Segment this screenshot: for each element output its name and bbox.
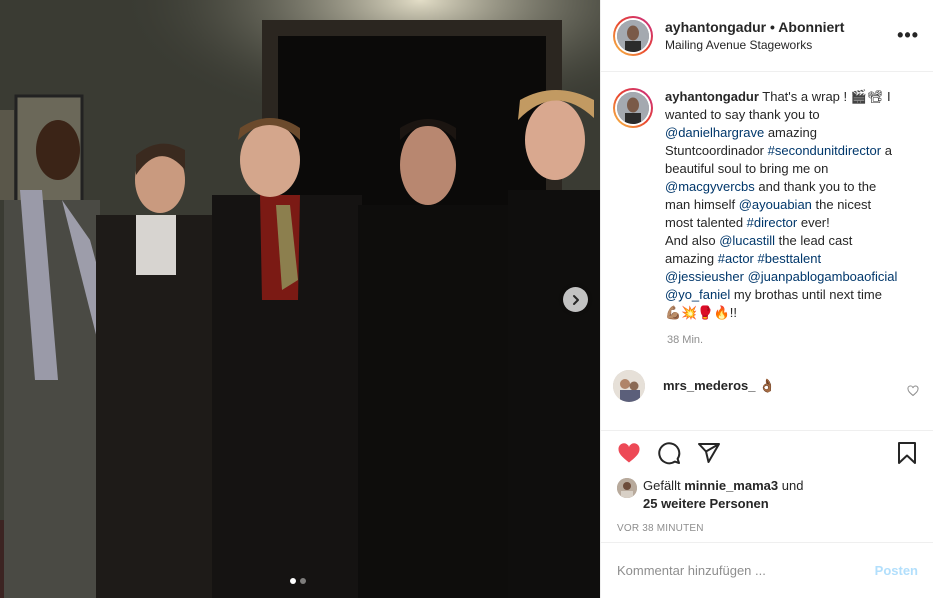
- caption-body: That's a wrap ! 🎬📽 I wanted to say thank…: [665, 89, 892, 230]
- post-location[interactable]: Mailing Avenue Stageworks: [665, 38, 897, 52]
- caption-link[interactable]: #actor: [718, 251, 754, 266]
- author-avatar[interactable]: [613, 15, 653, 56]
- caption-link[interactable]: @macgyvercbs: [665, 179, 755, 194]
- caption-link[interactable]: @ayouabian: [739, 197, 812, 212]
- caption-time[interactable]: 38 Min.: [667, 334, 919, 346]
- caption-body-continued: And also @lucastill the lead cast amazin…: [665, 233, 897, 320]
- instagram-post: ayhantongadur • Abonniert Mailing Avenue…: [0, 0, 933, 598]
- likes-others-link[interactable]: 25 weitere Personen: [643, 496, 769, 511]
- add-comment-bar: Posten: [601, 542, 933, 598]
- liker-avatar[interactable]: [617, 478, 637, 498]
- bookmark-icon[interactable]: [895, 441, 919, 465]
- caption-link[interactable]: @jessieusher: [665, 269, 744, 284]
- caption-username[interactable]: ayhantongadur: [665, 89, 759, 104]
- caption-text: ayhantongadur That's a wrap ! 🎬📽 I wante…: [665, 88, 901, 322]
- caption-link[interactable]: #besttalent: [758, 251, 822, 266]
- carousel-indicator: [290, 578, 306, 584]
- caption-text-segment: And also: [665, 233, 720, 248]
- caption-text-segment: That's a wrap ! 🎬📽: [758, 89, 884, 104]
- author-avatar-image: [617, 19, 649, 52]
- small-heart-icon[interactable]: [907, 385, 919, 397]
- caption-text-segment: ever!: [797, 215, 830, 230]
- post-header: ayhantongadur • Abonniert Mailing Avenue…: [601, 0, 933, 72]
- comments-section: ayhantongadur That's a wrap ! 🎬📽 I wante…: [601, 72, 933, 430]
- comment-input[interactable]: [617, 563, 875, 578]
- paper-plane-icon[interactable]: [697, 441, 721, 465]
- commenter-avatar[interactable]: [613, 370, 645, 402]
- follow-status[interactable]: Abonniert: [778, 19, 844, 35]
- comment-item: mrs_mederos_ 👌🏾: [613, 370, 919, 402]
- caption-link[interactable]: @danielhargrave: [665, 125, 764, 140]
- carousel-dot-active: [290, 578, 296, 584]
- likes-summary: Gefällt minnie_mama3 und 25 weitere Pers…: [617, 477, 919, 513]
- more-dots-icon[interactable]: •••: [897, 25, 919, 46]
- post-timestamp[interactable]: VOR 38 MINUTEN: [617, 523, 919, 534]
- post-photo[interactable]: [0, 0, 600, 598]
- header-separator: •: [770, 19, 775, 35]
- caption-link[interactable]: #director: [747, 215, 798, 230]
- group-photo-illustration: [0, 0, 600, 598]
- caption-author-avatar[interactable]: [613, 88, 653, 128]
- author-username[interactable]: ayhantongadur: [665, 19, 766, 35]
- carousel-next-button[interactable]: [563, 287, 588, 312]
- caption-link[interactable]: #secondunitdirector: [768, 143, 881, 158]
- caption-link[interactable]: @lucastill: [719, 233, 775, 248]
- chevron-right-icon: [572, 294, 579, 305]
- carousel-dot: [300, 578, 306, 584]
- comment-bubble-icon[interactable]: [657, 441, 681, 465]
- post-comment-button[interactable]: Posten: [875, 563, 918, 578]
- likes-middle: und: [778, 478, 804, 493]
- caption: ayhantongadur That's a wrap ! 🎬📽 I wante…: [613, 88, 919, 322]
- likes-prefix: Gefällt: [643, 478, 685, 493]
- post-side-panel: ayhantongadur • Abonniert Mailing Avenue…: [600, 0, 933, 598]
- caption-link[interactable]: @juanpablogamboaoficial: [748, 269, 898, 284]
- commenter-username[interactable]: mrs_mederos_: [663, 378, 756, 393]
- heart-icon[interactable]: [617, 441, 641, 465]
- comment-text: 👌🏾: [759, 378, 776, 393]
- liker-username[interactable]: minnie_mama3: [684, 478, 778, 493]
- caption-link[interactable]: @yo_faniel: [665, 287, 730, 302]
